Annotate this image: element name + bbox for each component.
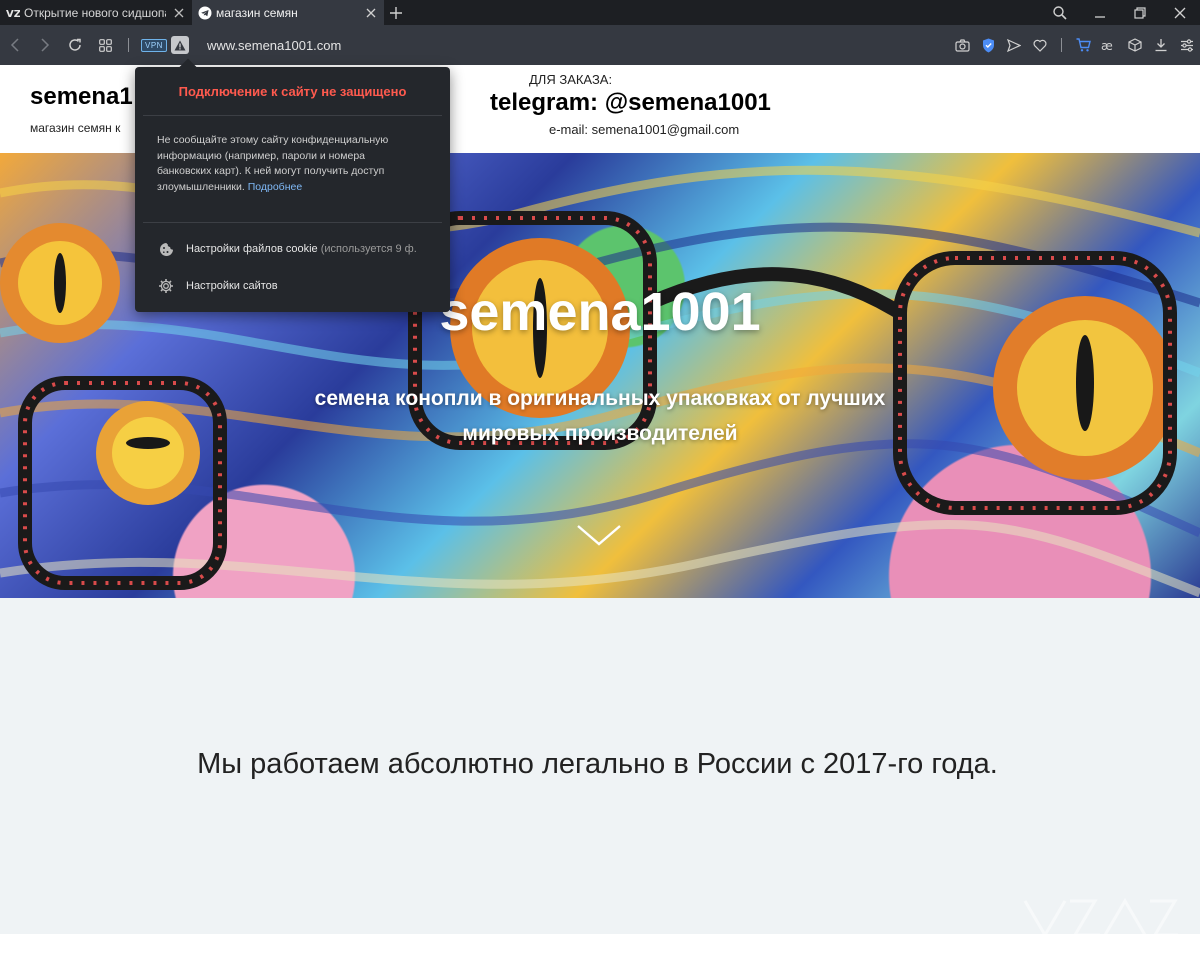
toolbar-right: æ	[949, 25, 1200, 65]
translate-icon[interactable]: æ	[1096, 25, 1122, 65]
svg-text:VZ: VZ	[6, 9, 20, 19]
forward-button[interactable]	[30, 25, 60, 65]
popup-warning-text: Не сообщайте этому сайту конфиденциальну…	[157, 133, 429, 195]
toolbar-divider	[1061, 38, 1062, 52]
settings-sliders-icon[interactable]	[1174, 25, 1200, 65]
speed-dial-icon[interactable]	[90, 25, 120, 65]
legal-statement: Мы работаем абсолютно легально в России …	[197, 748, 998, 780]
popup-divider	[143, 115, 442, 116]
close-icon[interactable]	[172, 6, 186, 20]
reload-button[interactable]	[60, 25, 90, 65]
search-icon[interactable]	[1040, 0, 1080, 25]
popup-body-line: злоумышленники.	[157, 180, 245, 193]
popup-title: Подключение к сайту не защищено	[178, 84, 407, 99]
site-settings-label: Настройки сайтов	[186, 280, 278, 292]
send-icon[interactable]	[1001, 25, 1027, 65]
heart-icon[interactable]	[1027, 25, 1053, 65]
cookie-count-note: (используется 9 ф.	[320, 243, 417, 255]
minimize-button[interactable]	[1080, 0, 1120, 25]
restore-button[interactable]	[1120, 0, 1160, 25]
cookie-settings-item[interactable]: Настройки файлов cookie (используется 9 …	[157, 239, 437, 259]
tab-bar: VZ Открытие нового сидшопа магазин семян	[0, 0, 1200, 25]
gear-icon	[157, 277, 175, 295]
svg-text:æ: æ	[1101, 39, 1113, 52]
email-contact[interactable]: e-mail: semena1001@gmail.com	[549, 122, 739, 137]
site-logo[interactable]: semena1	[30, 83, 133, 111]
cart-icon[interactable]	[1070, 25, 1096, 65]
hero-subtitle-line: семена конопли в оригинальных упаковках …	[314, 387, 886, 410]
new-tab-button[interactable]	[384, 0, 408, 25]
more-info-link[interactable]: Подробнее	[248, 181, 302, 193]
tab-title: магазин семян	[216, 5, 298, 20]
site-settings-item[interactable]: Настройки сайтов	[157, 276, 437, 296]
hero-subtitle: семена конопли в оригинальных упаковках …	[280, 381, 920, 451]
vivaldi-watermark-icon	[1023, 898, 1178, 938]
site-tagline: магазин семян к	[30, 121, 121, 135]
back-button[interactable]	[0, 25, 30, 65]
toolbar-divider	[128, 38, 129, 52]
vivaldi-logo-icon: VZ	[6, 6, 20, 20]
warning-icon[interactable]	[170, 36, 189, 54]
cube-icon[interactable]	[1122, 25, 1148, 65]
close-icon[interactable]	[364, 6, 378, 20]
tab-seed-store[interactable]: магазин семян	[192, 0, 384, 25]
url-field[interactable]: www.semena1001.com	[207, 38, 341, 53]
close-window-button[interactable]	[1160, 0, 1200, 25]
download-icon[interactable]	[1148, 25, 1174, 65]
order-label: ДЛЯ ЗАКАЗА:	[529, 72, 613, 87]
security-popup: Подключение к сайту не защищено Не сообщ…	[135, 67, 450, 312]
address-bar: VPN www.semena1001.com æ	[0, 25, 1200, 65]
window-controls	[1040, 0, 1200, 25]
legal-section: Мы работаем абсолютно легально в России …	[0, 598, 1200, 934]
camera-icon[interactable]	[949, 25, 975, 65]
shield-icon[interactable]	[975, 25, 1001, 65]
popup-body-line: информацию (например, пароли и номера	[157, 149, 366, 162]
cookie-settings-label: Настройки файлов cookie	[186, 243, 318, 255]
tab-title: Открытие нового сидшопа	[24, 5, 166, 20]
chevron-down-icon[interactable]	[576, 523, 622, 547]
telegram-contact[interactable]: telegram: @semena1001	[490, 89, 771, 117]
telegram-icon	[198, 6, 212, 20]
vpn-badge[interactable]: VPN	[141, 38, 167, 52]
hero-subtitle-line: мировых производителей	[462, 422, 738, 445]
popup-body-line: Не сообщайте этому сайту конфиденциальну…	[157, 134, 389, 146]
popup-body-line: банковских карт). К ней могут получить д…	[157, 165, 385, 177]
tab-seedshop[interactable]: VZ Открытие нового сидшопа	[0, 0, 192, 25]
popup-divider	[143, 222, 442, 223]
cookie-icon	[157, 240, 175, 258]
